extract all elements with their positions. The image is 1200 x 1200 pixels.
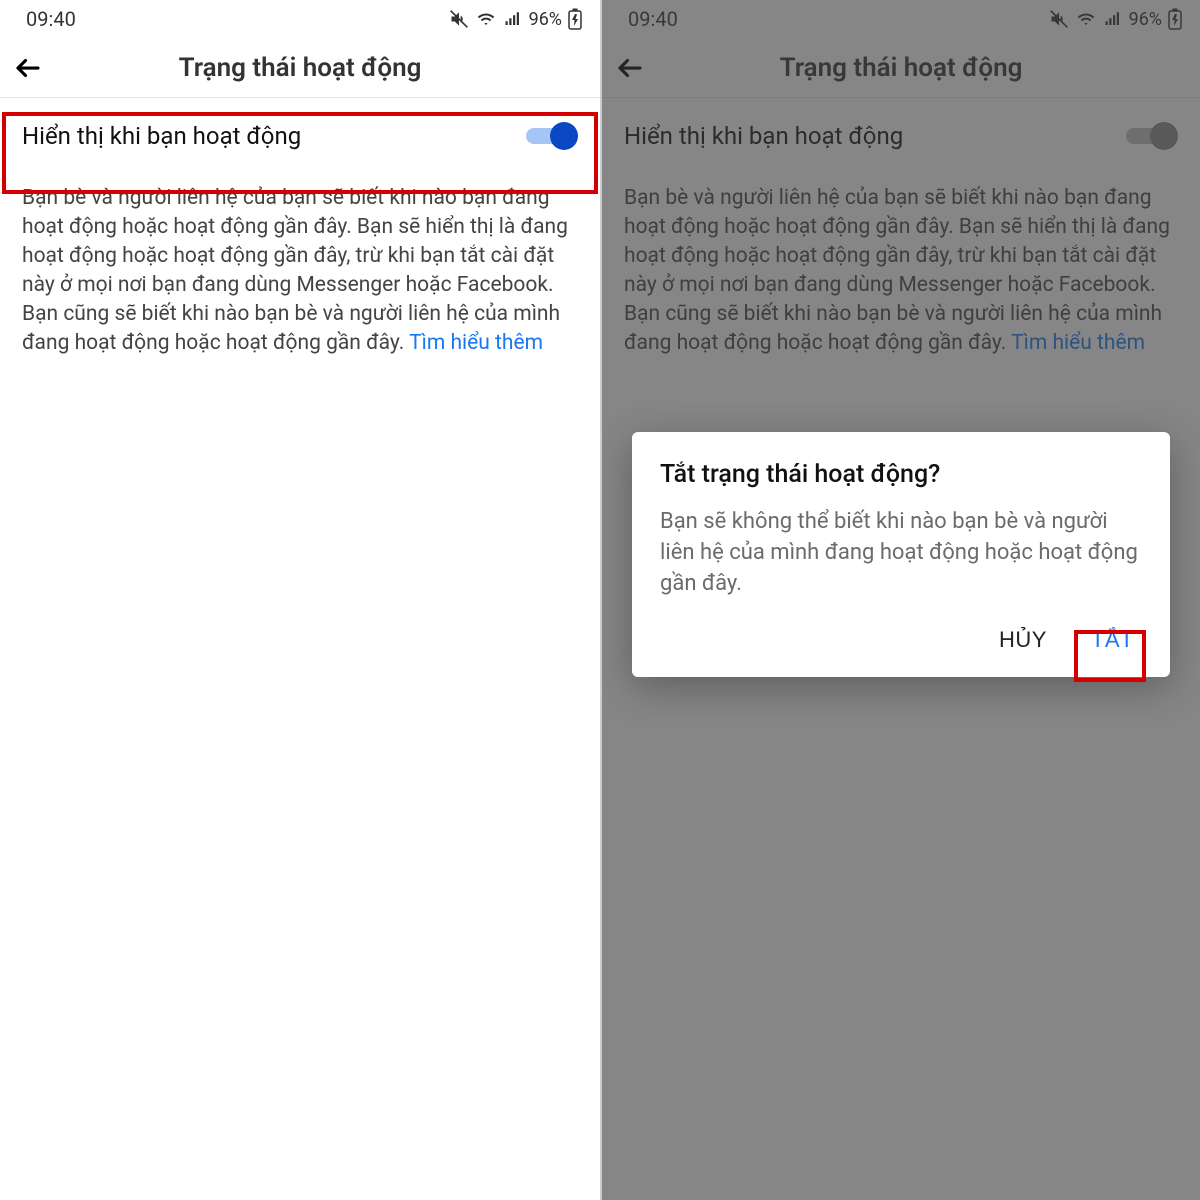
dialog-actions: HỦY TẮT <box>660 621 1142 659</box>
battery-percent: 96% <box>529 9 562 30</box>
description-text: Bạn bè và người liên hệ của bạn sẽ biết … <box>0 174 600 358</box>
screen-right: 09:40 96% Trạng thái h <box>600 0 1200 1200</box>
dialog-title: Tắt trạng thái hoạt động? <box>660 460 1142 489</box>
header: Trạng thái hoạt động <box>0 38 600 98</box>
confirm-dialog: Tắt trạng thái hoạt động? Bạn sẽ không t… <box>632 432 1170 677</box>
battery-icon <box>568 8 582 30</box>
page-title: Trạng thái hoạt động <box>0 53 600 83</box>
active-status-toggle[interactable] <box>522 120 578 152</box>
signal-icon <box>503 10 523 28</box>
active-status-toggle-row[interactable]: Hiển thị khi bạn hoạt động <box>0 98 600 174</box>
back-arrow-icon <box>13 53 43 83</box>
dialog-body: Bạn sẽ không thể biết khi nào bạn bè và … <box>660 507 1142 599</box>
toggle-label: Hiển thị khi bạn hoạt động <box>22 122 301 150</box>
mute-icon <box>449 9 469 29</box>
status-right: 96% <box>449 8 582 30</box>
screen-left: 09:40 96% Trạng thái h <box>0 0 600 1200</box>
status-time: 09:40 <box>26 7 76 31</box>
cancel-button[interactable]: HỦY <box>991 621 1055 659</box>
toggle-thumb <box>550 122 578 150</box>
confirm-button[interactable]: TẮT <box>1083 621 1142 659</box>
back-button[interactable] <box>0 40 56 96</box>
status-bar: 09:40 96% <box>0 0 600 38</box>
wifi-icon <box>475 10 497 28</box>
description-body: Bạn bè và người liên hệ của bạn sẽ biết … <box>22 186 568 355</box>
learn-more-link[interactable]: Tìm hiểu thêm <box>409 331 543 355</box>
